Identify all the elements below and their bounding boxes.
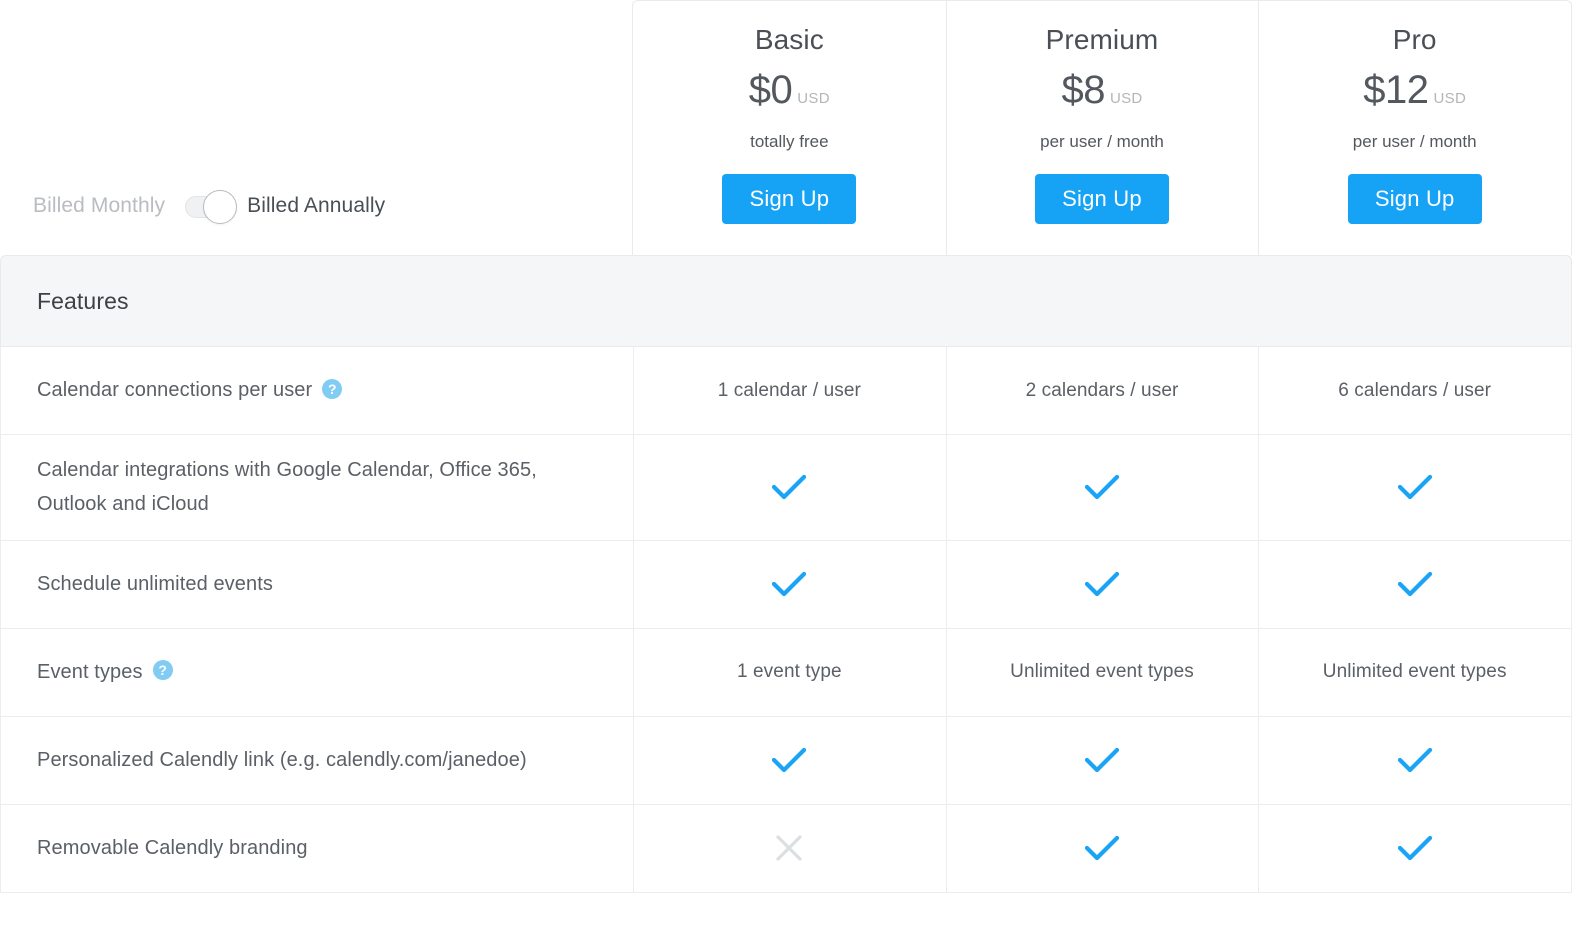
table-row: Schedule unlimited events <box>1 541 1571 629</box>
plan-period: totally free <box>750 132 828 152</box>
feature-value-cell: Unlimited event types <box>1258 629 1571 716</box>
feature-value-cell <box>633 717 946 804</box>
feature-value-cell <box>633 805 946 892</box>
plan-price-row: $12 USD <box>1363 70 1466 110</box>
table-row: Event types? 1 event type Unlimited event … <box>1 629 1571 717</box>
table-row: Calendar integrations with Google Calend… <box>1 435 1571 541</box>
billing-toggle-row: Billed Monthly Billed Annually <box>33 193 385 219</box>
feature-name-cell: Calendar connections per user? <box>1 347 633 434</box>
feature-label: Removable Calendly branding <box>37 831 308 865</box>
check-icon <box>771 746 807 774</box>
pricing-page: Billed Monthly Billed Annually Basic $0 … <box>0 0 1572 936</box>
feature-value-text: 6 calendars / user <box>1338 380 1491 402</box>
feature-value-text: Unlimited event types <box>1010 661 1194 683</box>
feature-value-cell <box>946 541 1259 628</box>
features-section-header: Features <box>0 255 1572 347</box>
billed-monthly-label[interactable]: Billed Monthly <box>33 194 165 218</box>
feature-value-cell <box>1258 805 1571 892</box>
feature-value-text: 1 calendar / user <box>718 380 861 402</box>
close-icon <box>774 833 804 863</box>
plan-name: Basic <box>755 25 824 56</box>
plan-price-row: $0 USD <box>749 70 830 110</box>
feature-name-cell: Event types? <box>1 629 633 716</box>
pricing-header-section: Billed Monthly Billed Annually Basic $0 … <box>0 0 1572 255</box>
plan-cards: Basic $0 USD totally free Sign Up Premiu… <box>632 0 1572 255</box>
plan-currency: USD <box>1110 90 1143 107</box>
check-icon <box>1397 746 1433 774</box>
features-header-label: Features <box>37 288 129 315</box>
billing-toggle-pane: Billed Monthly Billed Annually <box>0 0 632 255</box>
feature-name-cell: Removable Calendly branding <box>1 805 633 892</box>
help-icon[interactable]: ? <box>153 660 173 680</box>
feature-value-cell <box>946 717 1259 804</box>
sign-up-button-basic[interactable]: Sign Up <box>722 174 856 224</box>
feature-value-cell <box>946 805 1259 892</box>
plan-currency: USD <box>1434 90 1467 107</box>
plan-card-basic: Basic $0 USD totally free Sign Up <box>633 1 946 255</box>
sign-up-button-premium[interactable]: Sign Up <box>1035 174 1169 224</box>
feature-name-cell: Schedule unlimited events <box>1 541 633 628</box>
check-icon <box>1397 473 1433 501</box>
feature-label: Schedule unlimited events <box>37 567 273 601</box>
plan-price: $8 <box>1061 70 1105 110</box>
check-icon <box>1397 834 1433 862</box>
feature-value-cell <box>1258 717 1571 804</box>
feature-value-cell <box>946 435 1259 540</box>
sign-up-button-pro[interactable]: Sign Up <box>1348 174 1482 224</box>
plan-name: Pro <box>1393 25 1437 56</box>
billed-annually-label[interactable]: Billed Annually <box>247 194 385 218</box>
feature-value-cell <box>1258 541 1571 628</box>
feature-value-text: Unlimited event types <box>1323 661 1507 683</box>
plan-name: Premium <box>1046 25 1159 56</box>
check-icon <box>1397 570 1433 598</box>
check-icon <box>1084 473 1120 501</box>
feature-label: Calendar integrations with Google Calend… <box>37 453 593 522</box>
plan-currency: USD <box>797 90 830 107</box>
plan-period: per user / month <box>1040 132 1164 152</box>
toggle-knob[interactable] <box>203 190 237 224</box>
feature-value-cell: Unlimited event types <box>946 629 1259 716</box>
feature-value-cell <box>633 435 946 540</box>
table-row: Removable Calendly branding <box>1 805 1571 893</box>
feature-name-cell: Calendar integrations with Google Calend… <box>1 435 633 540</box>
feature-value-cell: 2 calendars / user <box>946 347 1259 434</box>
feature-value-cell <box>633 541 946 628</box>
plan-period: per user / month <box>1353 132 1477 152</box>
feature-value-text: 2 calendars / user <box>1026 380 1179 402</box>
feature-label: Calendar connections per user <box>37 373 312 407</box>
feature-value-cell <box>1258 435 1571 540</box>
feature-value-cell: 1 calendar / user <box>633 347 946 434</box>
table-row: Calendar connections per user? 1 calendar… <box>1 347 1571 435</box>
check-icon <box>771 570 807 598</box>
plan-card-pro: Pro $12 USD per user / month Sign Up <box>1258 1 1571 255</box>
check-icon <box>771 473 807 501</box>
billing-period-toggle[interactable] <box>185 193 233 219</box>
feature-value-text: 1 event type <box>737 661 842 683</box>
feature-label: Event types <box>37 655 143 689</box>
feature-value-cell: 1 event type <box>633 629 946 716</box>
plan-price: $0 <box>749 70 793 110</box>
help-icon[interactable]: ? <box>322 379 342 399</box>
table-row: Personalized Calendly link (e.g. calendl… <box>1 717 1571 805</box>
features-comparison-table: Calendar connections per user? 1 calendar… <box>0 347 1572 893</box>
plan-price: $12 <box>1363 70 1428 110</box>
plan-price-row: $8 USD <box>1061 70 1142 110</box>
check-icon <box>1084 834 1120 862</box>
check-icon <box>1084 570 1120 598</box>
feature-name-cell: Personalized Calendly link (e.g. calendl… <box>1 717 633 804</box>
plan-card-premium: Premium $8 USD per user / month Sign Up <box>946 1 1259 255</box>
feature-value-cell: 6 calendars / user <box>1258 347 1571 434</box>
check-icon <box>1084 746 1120 774</box>
feature-label: Personalized Calendly link (e.g. calendl… <box>37 743 527 777</box>
